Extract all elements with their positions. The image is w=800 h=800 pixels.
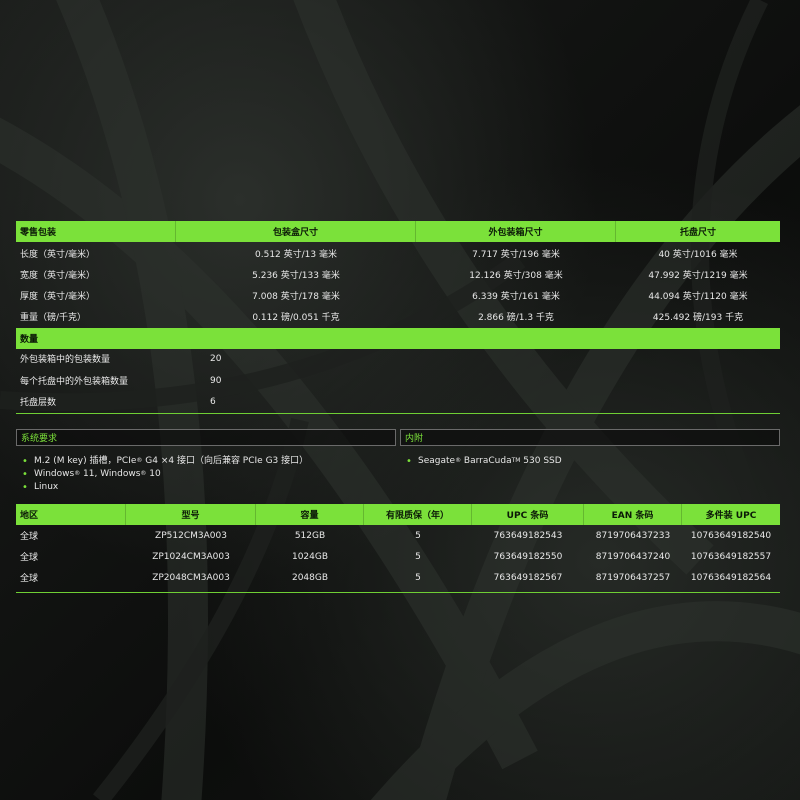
list-item: • M.2 (M key) 插槽，PCIe® G4 ×4 接口（向后兼容 PCI… (20, 455, 308, 468)
table-row: 全球 ZP2048CM3A003 2048GB 5 763649182567 8… (16, 567, 780, 588)
table-row: 厚度（英寸/毫米） 7.008 英寸/178 毫米 6.339 英寸/161 毫… (16, 285, 780, 306)
list-item: • Seagate® BarraCudaTM 530 SSD (404, 455, 562, 468)
contents-header: 内附 (400, 429, 780, 446)
cell: 全球 (20, 532, 39, 542)
cell: 10763649182540 (690, 530, 772, 541)
superscript: ® (74, 470, 81, 477)
cell: 12.126 英寸/308 毫米 (469, 271, 563, 281)
packaging-header-carton: 外包装箱尺寸 (416, 221, 616, 242)
row-label: 外包装箱中的包装数量 (20, 355, 111, 365)
cell: 5 (415, 530, 421, 541)
quantity-header: 数量 (20, 335, 39, 345)
cell: 1024GB (291, 551, 329, 562)
cell: 90 (210, 375, 222, 386)
superscript: ® (136, 457, 143, 464)
cell: 8719706437257 (595, 572, 671, 583)
cell: 5.236 英寸/133 毫米 (252, 271, 340, 281)
cell: 全球 (20, 553, 39, 563)
cell: 2.866 磅/1.3 千克 (478, 313, 554, 323)
cell: ZP1024CM3A003 (152, 551, 230, 562)
cell: 8719706437240 (595, 551, 671, 562)
cell: 8719706437233 (595, 530, 671, 541)
row-label: 厚度（英寸/毫米） (20, 292, 96, 302)
text: 11, Windows (80, 469, 141, 479)
models-header-row: 地区 型号 容量 有限质保（年） UPC 条码 EAN 条码 多件装 UPC (16, 504, 780, 525)
cell: 10763649182564 (690, 572, 772, 583)
divider (16, 413, 780, 414)
row-label: 长度（英寸/毫米） (20, 250, 96, 260)
requirements-header: 系统要求 (16, 429, 396, 446)
header-warranty: 有限质保（年） (364, 504, 472, 525)
cell: 40 英寸/1016 毫米 (658, 250, 738, 260)
table-row: 全球 ZP512CM3A003 512GB 5 763649182543 871… (16, 525, 780, 546)
list-item: • Windows® 11, Windows® 10 (20, 468, 308, 481)
bullet-icon: • (22, 482, 28, 493)
bullet-icon: • (406, 456, 412, 467)
text: G4 ×4 接口（向后兼容 PCIe G3 接口） (142, 456, 309, 466)
cell: 0.512 英寸/13 毫米 (255, 250, 337, 260)
cell: 763649182550 (493, 551, 563, 562)
table-row: 宽度（英寸/毫米） 5.236 英寸/133 毫米 12.126 英寸/308 … (16, 264, 780, 285)
text: Linux (34, 482, 59, 492)
text: 10 (146, 469, 161, 479)
quantity-header-row: 数量 (16, 328, 780, 349)
cell: 47.992 英寸/1219 毫米 (648, 271, 748, 281)
cell: 425.492 磅/193 千克 (652, 313, 744, 323)
requirements-list: • M.2 (M key) 插槽，PCIe® G4 ×4 接口（向后兼容 PCI… (20, 455, 308, 494)
superscript: TM (511, 457, 521, 464)
table-row: 外包装箱中的包装数量 20 (16, 348, 780, 369)
packaging-header-pallet: 托盘尺寸 (679, 228, 716, 238)
text: 530 SSD (520, 456, 562, 466)
row-label: 托盘层数 (20, 398, 57, 408)
cell: 763649182567 (493, 572, 563, 583)
cell: 7.717 英寸/196 毫米 (472, 250, 560, 260)
cell: 6 (210, 396, 216, 407)
text: BarraCuda (461, 456, 512, 466)
table-row: 每个托盘中的外包装箱数量 90 (16, 370, 780, 391)
cell: 7.008 英寸/178 毫米 (252, 292, 340, 302)
text: Windows (34, 469, 75, 479)
list-item: • Linux (20, 481, 308, 494)
header-ean: EAN 条码 (584, 504, 682, 525)
header-upc: UPC 条码 (472, 504, 584, 525)
cell: 5 (415, 572, 421, 583)
row-label: 重量（磅/千克） (20, 313, 87, 323)
cell: 20 (210, 353, 222, 364)
cell: ZP512CM3A003 (155, 530, 227, 541)
header-multipack-upc: 多件装 UPC (705, 511, 757, 521)
cell: 2048GB (291, 572, 329, 583)
header-capacity: 容量 (256, 504, 364, 525)
table-row: 全球 ZP1024CM3A003 1024GB 5 763649182550 8… (16, 546, 780, 567)
bullet-icon: • (22, 456, 28, 467)
text: Seagate (418, 456, 456, 466)
cell: 全球 (20, 574, 39, 584)
header-model: 型号 (126, 504, 256, 525)
packaging-header-box: 包装盒尺寸 (176, 221, 416, 242)
cell: ZP2048CM3A003 (152, 572, 230, 583)
cell: 0.112 磅/0.051 千克 (252, 313, 340, 323)
bullet-icon: • (22, 469, 28, 480)
cell: 44.094 英寸/1120 毫米 (648, 292, 748, 302)
contents-list: • Seagate® BarraCudaTM 530 SSD (404, 455, 562, 468)
superscript: ® (140, 470, 147, 477)
divider (16, 592, 780, 593)
table-row: 托盘层数 6 (16, 391, 780, 412)
text: M.2 (M key) 插槽，PCIe (34, 456, 137, 466)
cell: 6.339 英寸/161 毫米 (472, 292, 560, 302)
packaging-header-row: 零售包装 包装盒尺寸 外包装箱尺寸 托盘尺寸 (16, 221, 780, 242)
superscript: ® (455, 457, 462, 464)
packaging-header-retail: 零售包装 (16, 221, 176, 242)
header-region: 地区 (16, 504, 126, 525)
row-label: 每个托盘中的外包装箱数量 (20, 377, 129, 387)
row-label: 宽度（英寸/毫米） (20, 271, 96, 281)
table-row: 重量（磅/千克） 0.112 磅/0.051 千克 2.866 磅/1.3 千克… (16, 306, 780, 327)
cell: 763649182543 (493, 530, 563, 541)
cell: 10763649182557 (690, 551, 772, 562)
cell: 512GB (294, 530, 326, 541)
table-row: 长度（英寸/毫米） 0.512 英寸/13 毫米 7.717 英寸/196 毫米… (16, 243, 780, 264)
cell: 5 (415, 551, 421, 562)
